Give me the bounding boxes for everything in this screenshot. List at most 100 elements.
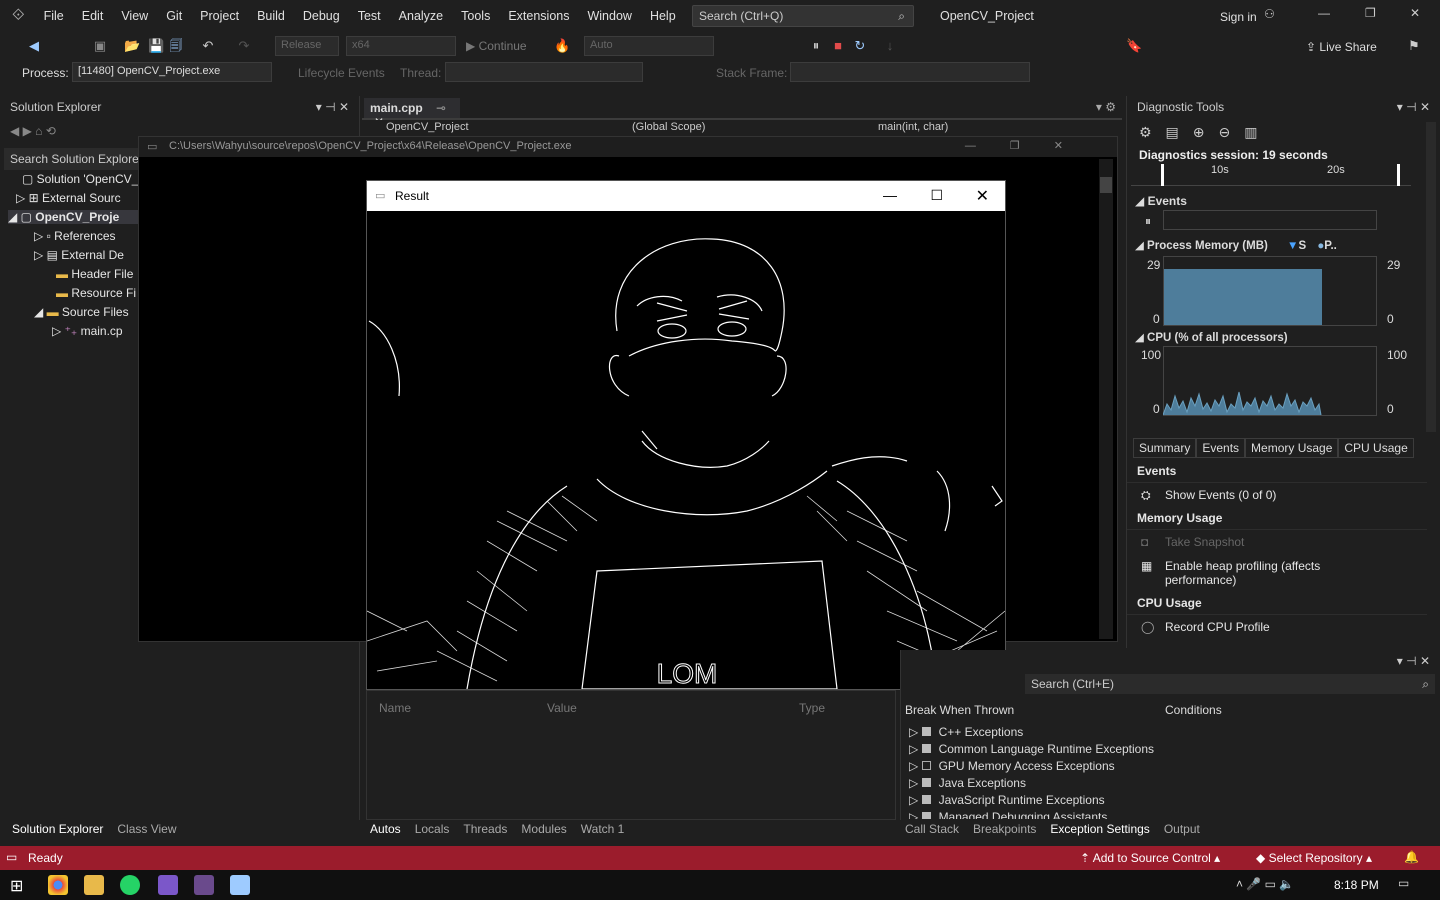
col-type[interactable]: Type — [799, 701, 825, 715]
tab-call-stack[interactable]: Call Stack — [905, 822, 959, 836]
menu-window[interactable]: Window — [578, 9, 640, 23]
menu-build[interactable]: Build — [248, 9, 294, 23]
tree-source-files[interactable]: ◢ ▬ Source Files — [34, 305, 129, 319]
tree-header-files[interactable]: ▬ Header File — [56, 267, 133, 281]
console-scroll-thumb[interactable] — [1100, 177, 1112, 193]
restore-icon[interactable]: ❐ — [1365, 6, 1376, 20]
stop-icon[interactable]: ■ — [830, 38, 846, 54]
notification-icon[interactable]: 🔔 — [1404, 850, 1419, 864]
chrome-icon[interactable] — [48, 875, 68, 895]
menu-extensions[interactable]: Extensions — [499, 9, 578, 23]
live-share-button[interactable]: ⇪ Live Share — [1306, 40, 1377, 54]
tab-locals[interactable]: Locals — [415, 822, 450, 836]
menu-view[interactable]: View — [112, 9, 157, 23]
tab-cpu-usage[interactable]: CPU Usage — [1338, 438, 1414, 458]
result-close-icon[interactable]: ✕ — [976, 186, 989, 206]
add-source-control-button[interactable]: ⇡ Add to Source Control ▴ — [1080, 851, 1220, 865]
tree-resource-files[interactable]: ▬ Resource Fi — [56, 286, 136, 300]
nav-project[interactable]: OpenCV_Project — [386, 121, 469, 133]
clock[interactable]: 8:18 PM — [1334, 878, 1379, 892]
tab-threads[interactable]: Threads — [463, 822, 507, 836]
hot-reload-icon[interactable]: 🔥 — [554, 38, 570, 54]
tree-solution[interactable]: ▢ Solution 'OpenCV_ — [22, 172, 138, 186]
pause-icon[interactable]: ⏸ — [808, 38, 824, 54]
menu-git[interactable]: Git — [157, 9, 191, 23]
tab-memory-usage[interactable]: Memory Usage — [1245, 438, 1339, 458]
menu-file[interactable]: File — [35, 9, 73, 23]
lifecycle-events[interactable]: Lifecycle Events — [298, 66, 385, 80]
system-tray-icons[interactable]: ˄ 🎤 ▭ 🔈 — [1236, 877, 1294, 891]
account-icon[interactable]: ⚇ — [1264, 7, 1275, 21]
col-name[interactable]: Name — [379, 701, 411, 715]
tab-overflow-icon[interactable]: ▾ ⚙ — [1096, 100, 1116, 114]
vs-logo-icon[interactable]: ⟐ — [12, 7, 25, 25]
menu-debug[interactable]: Debug — [294, 9, 349, 23]
exc-col-conditions[interactable]: Conditions — [1165, 703, 1222, 717]
panel-controls-icon[interactable]: ▾ ⊣ ✕ — [1397, 100, 1430, 114]
console-app-icon[interactable] — [194, 875, 214, 895]
new-project-icon[interactable]: ▣ — [92, 38, 108, 54]
menu-edit[interactable]: Edit — [73, 9, 113, 23]
bookmark-icon[interactable]: 🔖 — [1126, 38, 1142, 54]
back-icon[interactable]: ◀ — [26, 38, 42, 54]
console-controls-icon[interactable]: —❐✕ — [965, 139, 1097, 152]
exc-checkbox[interactable] — [921, 795, 931, 804]
exc-checkbox[interactable] — [921, 761, 931, 770]
show-events-link[interactable]: ⛭ Show Events (0 of 0) — [1127, 483, 1427, 507]
tab-class-view[interactable]: Class View — [117, 822, 176, 836]
exc-checkbox[interactable] — [921, 727, 931, 736]
tree-main-cpp[interactable]: ▷ ⁺₊ main.cp — [52, 324, 123, 338]
console-scrollbar[interactable] — [1099, 159, 1113, 639]
minimize-icon[interactable]: — — [1318, 6, 1330, 20]
config-dropdown[interactable]: Release — [275, 36, 339, 56]
exc-checkbox[interactable] — [921, 778, 931, 787]
timeline-end-marker[interactable] — [1397, 164, 1400, 186]
events-pause-icon[interactable]: ⏸ — [1145, 214, 1151, 229]
tab-breakpoints[interactable]: Breakpoints — [973, 822, 1036, 836]
auto-dropdown[interactable]: Auto — [584, 36, 714, 56]
tab-exception-settings[interactable]: Exception Settings — [1050, 822, 1149, 836]
tab-summary[interactable]: Summary — [1133, 438, 1197, 458]
exc-item-clr[interactable]: ▷ Common Language Runtime Exceptions — [909, 741, 1154, 758]
tree-external-sources[interactable]: ▷ ⊞ External Sourc — [16, 191, 121, 205]
open-icon[interactable]: 📂 — [124, 38, 140, 54]
pin-icon[interactable]: ⊸ — [436, 101, 446, 115]
undo-icon[interactable]: ↶ — [200, 38, 216, 54]
tab-autos[interactable]: Autos — [370, 822, 401, 836]
tab-modules[interactable]: Modules — [521, 822, 566, 836]
menu-tools[interactable]: Tools — [452, 9, 499, 23]
nav-function[interactable]: main(int, char) — [878, 121, 948, 133]
continue-button[interactable]: ▶ Continue — [466, 39, 527, 53]
diagnostic-scrollbar[interactable] — [1426, 122, 1436, 432]
whatsapp-icon[interactable] — [120, 875, 140, 895]
select-repository-button[interactable]: ◆ Select Repository ▴ — [1256, 851, 1372, 865]
thread-dropdown[interactable] — [445, 62, 643, 82]
tab-solution-explorer[interactable]: Solution Explorer — [12, 822, 103, 836]
record-cpu-button[interactable]: ◯ Record CPU Profile — [1127, 615, 1427, 639]
exc-checkbox[interactable] — [921, 744, 931, 753]
tree-references[interactable]: ▷ ▫ References — [34, 229, 116, 243]
tab-main-cpp[interactable]: main.cpp ⊸ ✕ — [364, 98, 460, 129]
step-over-icon[interactable]: ↓ — [882, 38, 898, 54]
stack-frame-dropdown[interactable] — [790, 62, 1030, 82]
search-input[interactable]: Search (Ctrl+Q) ⌕ — [692, 5, 914, 27]
tab-output[interactable]: Output — [1164, 822, 1200, 836]
tree-project[interactable]: ◢ ▢ OpenCV_Proje — [8, 210, 138, 224]
action-center-icon[interactable]: ▭ — [1398, 876, 1409, 890]
file-explorer-icon[interactable] — [84, 875, 104, 895]
result-minimize-icon[interactable]: — — [883, 187, 897, 203]
save-all-icon[interactable]: 🗐 — [168, 38, 184, 54]
exc-item-java[interactable]: ▷ Java Exceptions — [909, 775, 1154, 792]
result-app-icon[interactable] — [230, 875, 250, 895]
platform-dropdown[interactable]: x64 — [346, 36, 456, 56]
tab-events[interactable]: Events — [1196, 438, 1246, 458]
process-dropdown[interactable]: [11480] OpenCV_Project.exe — [72, 62, 272, 82]
tree-external-deps[interactable]: ▷ ▤ External De — [34, 248, 124, 262]
menu-analyze[interactable]: Analyze — [390, 9, 452, 23]
sign-in-link[interactable]: Sign in — [1220, 10, 1257, 24]
feedback-icon[interactable]: ⚑ — [1406, 38, 1422, 54]
exc-item-js[interactable]: ▷ JavaScript Runtime Exceptions — [909, 792, 1154, 809]
menu-test[interactable]: Test — [349, 9, 390, 23]
exc-col-break[interactable]: Break When Thrown — [905, 703, 1014, 717]
col-value[interactable]: Value — [547, 701, 577, 715]
